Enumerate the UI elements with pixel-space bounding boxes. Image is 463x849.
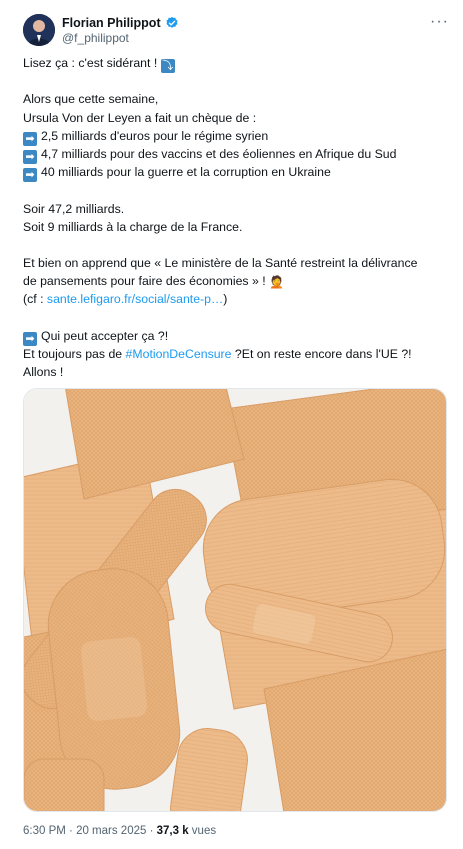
tweet: Florian Philippot @f_philippot ··· Lisez…: [0, 0, 463, 849]
tweet-date[interactable]: 20 mars 2025: [76, 825, 146, 837]
author-name-row[interactable]: Florian Philippot: [62, 14, 179, 32]
author-handle[interactable]: @f_philippot: [62, 31, 129, 45]
author-display-name[interactable]: Florian Philippot: [62, 16, 161, 30]
tweet-time[interactable]: 6:30 PM: [23, 825, 66, 837]
text-line: Ursula Von der Leyen a fait un chèque de…: [23, 110, 257, 125]
person-facepalming-icon: 🤦: [269, 275, 285, 290]
text-line: Alors que cette semaine,: [23, 92, 159, 107]
text-line: Lisez ça : c'est sidérant ! ⤵: [23, 54, 453, 73]
tweet-footer: 6:30 PM · 20 mars 2025 · 37,3 k vues: [23, 825, 217, 837]
arrow-right-icon: ➡: [23, 131, 37, 146]
avatar[interactable]: [23, 14, 55, 46]
arrow-right-icon: ➡: [23, 149, 37, 164]
verified-badge-icon: [166, 16, 178, 28]
list-item: ➡ 4,7 milliards pour des vaccins et des é…: [23, 145, 453, 164]
arrow-down-right-icon: ⤵: [160, 59, 175, 73]
text-line: Et toujours pas de #MotionDeCensure ?Et …: [23, 347, 412, 361]
text-line: ➡ Qui peut accepter ça ?!: [23, 327, 453, 346]
list-item: ➡ 40 milliards pour la guerre et la corru…: [23, 163, 453, 183]
source-link[interactable]: sante.lefigaro.fr/social/sante-p…: [47, 292, 223, 306]
text-line: (cf : sante.lefigaro.fr/social/sante-p…): [23, 292, 228, 307]
arrow-right-icon: ➡: [23, 168, 37, 183]
text-line: Allons !: [23, 365, 64, 380]
text-intro: Lisez ça : c'est sidérant !: [23, 56, 158, 70]
views-label: vues: [188, 825, 217, 837]
tweet-text: Lisez ça : c'est sidérant ! ⤵ Alors que …: [23, 54, 453, 381]
bandages-photo: [24, 389, 446, 811]
text-line: Et bien on apprend que « Le ministère de…: [23, 256, 418, 271]
text-line: Soit 9 milliards à la charge de la Franc…: [23, 219, 243, 234]
list-item: ➡ 2,5 milliards d'euros pour le régime sy…: [23, 127, 453, 146]
hashtag-link[interactable]: #MotionDeCensure: [126, 347, 232, 361]
text-line: Soir 47,2 milliards.: [23, 201, 125, 216]
arrow-right-icon: ➡: [23, 331, 37, 346]
views-count[interactable]: 37,3 k: [157, 825, 189, 837]
more-options-icon[interactable]: ···: [430, 13, 449, 31]
text-line: de pansements pour faire des économies »…: [23, 272, 453, 290]
tweet-media-image[interactable]: [23, 388, 447, 812]
avatar-image: [23, 14, 55, 46]
